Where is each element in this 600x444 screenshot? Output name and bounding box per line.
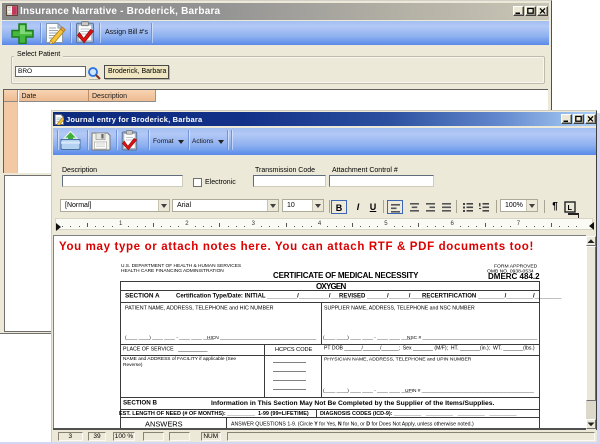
svg-text:L: L	[568, 203, 573, 212]
